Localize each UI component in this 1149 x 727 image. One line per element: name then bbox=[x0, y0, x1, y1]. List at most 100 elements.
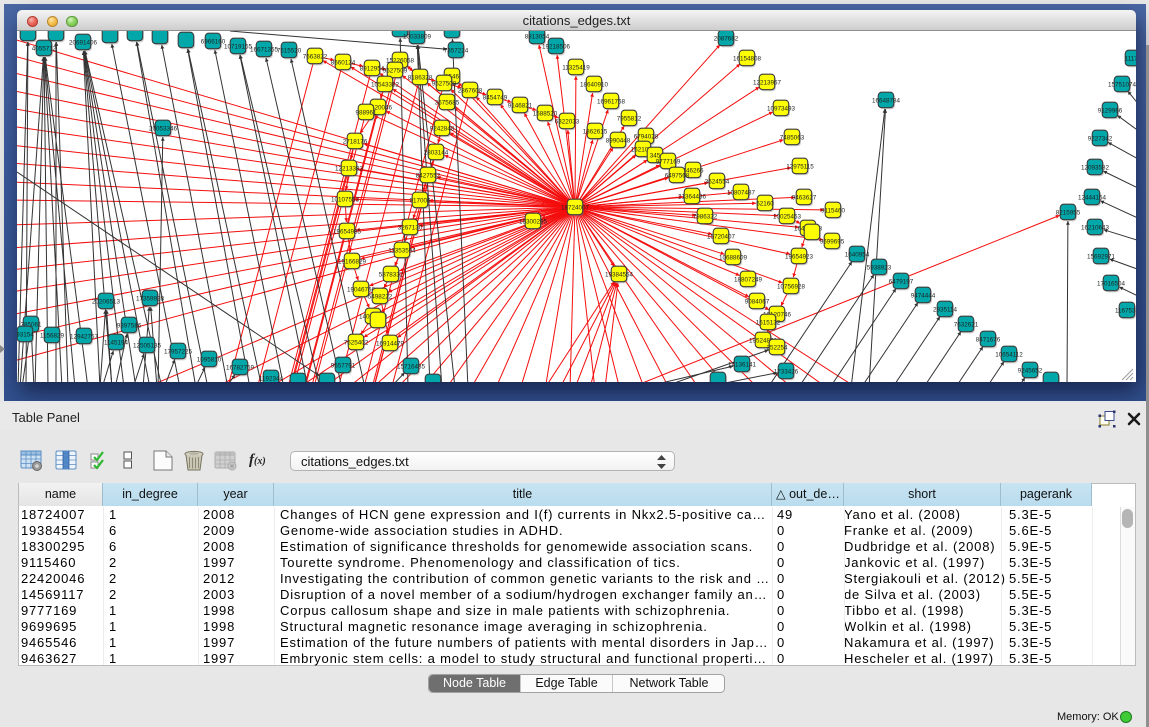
svg-text:16671355: 16671355 bbox=[250, 46, 279, 53]
svg-text:1095810: 1095810 bbox=[197, 356, 222, 363]
svg-text:7625402: 7625402 bbox=[344, 339, 369, 346]
svg-text:8912954: 8912954 bbox=[360, 65, 385, 72]
svg-text:9463627: 9463627 bbox=[792, 194, 817, 201]
svg-text:11325419: 11325419 bbox=[562, 64, 590, 71]
svg-text:8471676: 8471676 bbox=[976, 336, 1001, 343]
svg-text:5938923: 5938923 bbox=[867, 264, 892, 271]
svg-text:17957225: 17957225 bbox=[164, 348, 193, 355]
svg-text:10033809: 10033809 bbox=[403, 33, 432, 40]
svg-text:15720407: 15720407 bbox=[707, 233, 736, 240]
svg-text:2718176: 2718176 bbox=[343, 138, 368, 145]
svg-text:10543382: 10543382 bbox=[371, 81, 400, 88]
svg-text:19166829: 19166829 bbox=[338, 258, 367, 265]
svg-text:5878332: 5878332 bbox=[379, 271, 404, 278]
svg-text:6497568: 6497568 bbox=[665, 172, 690, 179]
svg-text:20206513: 20206513 bbox=[92, 298, 121, 305]
svg-text:10107553: 10107553 bbox=[331, 196, 360, 203]
svg-text:11175: 11175 bbox=[1125, 55, 1136, 62]
svg-text:12505135: 12505135 bbox=[133, 342, 162, 349]
svg-text:3624554: 3624554 bbox=[705, 178, 730, 185]
svg-text:8186328: 8186328 bbox=[408, 74, 433, 81]
svg-text:9657791: 9657791 bbox=[331, 362, 356, 369]
svg-text:7515520: 7515520 bbox=[277, 47, 302, 54]
svg-text:17016504: 17016504 bbox=[1097, 280, 1126, 287]
svg-text:18807249: 18807249 bbox=[734, 276, 763, 283]
svg-text:1167533: 1167533 bbox=[1115, 307, 1136, 314]
svg-text:1733426: 1733426 bbox=[774, 368, 799, 375]
svg-text:4055712: 4055712 bbox=[32, 45, 57, 52]
svg-text:2867608: 2867608 bbox=[458, 87, 483, 94]
svg-text:7357224: 7357224 bbox=[444, 47, 469, 54]
svg-text:9129966: 9129966 bbox=[1098, 107, 1123, 114]
svg-text:10025453: 10025453 bbox=[773, 213, 802, 220]
svg-text:7663822: 7663822 bbox=[303, 53, 328, 60]
svg-text:16154808: 16154808 bbox=[733, 55, 762, 62]
svg-text:19654985: 19654985 bbox=[333, 228, 362, 235]
svg-text:9115460: 9115460 bbox=[821, 207, 846, 214]
svg-text:3267130: 3267130 bbox=[398, 224, 423, 231]
svg-text:252254: 252254 bbox=[766, 344, 788, 351]
svg-text:19384554: 19384554 bbox=[605, 271, 634, 278]
svg-text:10973493: 10973493 bbox=[767, 105, 796, 112]
svg-text:10654112: 10654112 bbox=[995, 351, 1023, 358]
svg-text:8427552: 8427552 bbox=[416, 172, 441, 179]
svg-text:9242848: 9242848 bbox=[430, 125, 455, 132]
svg-text:2935114: 2935114 bbox=[933, 306, 958, 313]
svg-text:6966160: 6966160 bbox=[201, 38, 226, 45]
svg-text:9527509: 9527509 bbox=[383, 67, 408, 74]
svg-text:19654923: 19654923 bbox=[785, 253, 814, 260]
svg-text:9146821: 9146821 bbox=[508, 102, 533, 109]
svg-text:9397586: 9397586 bbox=[117, 322, 142, 329]
svg-text:2087682: 2087682 bbox=[714, 35, 739, 42]
svg-text:19218506: 19218506 bbox=[542, 43, 571, 50]
svg-text:8215955: 8215955 bbox=[1056, 209, 1081, 216]
svg-text:9527508: 9527508 bbox=[432, 80, 457, 87]
svg-text:9474444: 9474444 bbox=[911, 292, 936, 299]
svg-text:18640910: 18640910 bbox=[580, 81, 609, 88]
svg-text:988961: 988961 bbox=[355, 109, 377, 116]
svg-text:9084067: 9084067 bbox=[745, 298, 770, 305]
svg-text:15692971: 15692971 bbox=[1087, 253, 1116, 260]
svg-text:16782759: 16782759 bbox=[226, 364, 255, 371]
svg-text:3675685: 3675685 bbox=[435, 99, 460, 106]
svg-text:8813054: 8813054 bbox=[525, 33, 550, 40]
svg-text:6322033: 6322033 bbox=[555, 118, 580, 125]
svg-text:15751074: 15751074 bbox=[1108, 81, 1136, 88]
svg-text:16210643: 16210643 bbox=[1081, 224, 1110, 231]
svg-text:1615132: 1615132 bbox=[756, 319, 781, 326]
svg-text:20053346: 20053346 bbox=[149, 125, 178, 132]
svg-text:12093582: 12093582 bbox=[1081, 164, 1110, 171]
svg-text:1640954: 1640954 bbox=[845, 251, 870, 258]
svg-text:1588520: 1588520 bbox=[533, 110, 558, 117]
svg-text:2803144: 2803144 bbox=[424, 149, 449, 156]
svg-text:1156829: 1156829 bbox=[40, 332, 65, 339]
svg-text:16648784: 16648784 bbox=[872, 97, 901, 104]
svg-text:12942757: 12942757 bbox=[70, 333, 99, 340]
svg-text:8990448: 8990448 bbox=[606, 137, 631, 144]
svg-text:9699695: 9699695 bbox=[820, 238, 845, 245]
svg-text:5498222: 5498222 bbox=[368, 293, 393, 300]
svg-text:9245652: 9245652 bbox=[1018, 367, 1043, 374]
svg-text:16914479: 16914479 bbox=[376, 340, 405, 347]
svg-text:10688609: 10688609 bbox=[719, 254, 748, 261]
svg-text:9227342: 9227342 bbox=[1088, 135, 1113, 142]
svg-text:19046766: 19046766 bbox=[347, 286, 376, 293]
svg-text:1362615: 1362615 bbox=[583, 128, 608, 135]
svg-text:15716485: 15716485 bbox=[397, 363, 426, 370]
svg-text:10719155: 10719155 bbox=[224, 43, 253, 50]
svg-text:7632621: 7632621 bbox=[954, 321, 979, 328]
svg-text:7986322: 7986322 bbox=[693, 213, 718, 220]
svg-text:12444154: 12444154 bbox=[1078, 194, 1107, 201]
svg-text:9777169: 9777169 bbox=[656, 158, 681, 165]
svg-text:7955812: 7955812 bbox=[617, 115, 642, 122]
svg-text:12213967: 12213967 bbox=[753, 79, 782, 86]
svg-text:10807487: 10807487 bbox=[727, 189, 756, 196]
svg-text:20691406: 20691406 bbox=[69, 39, 98, 46]
svg-text:6479197: 6479197 bbox=[889, 278, 914, 285]
svg-text:11353594: 11353594 bbox=[388, 247, 416, 254]
svg-text:7485063: 7485063 bbox=[780, 134, 805, 141]
svg-text:6794028: 6794028 bbox=[634, 133, 659, 140]
svg-text:18300295: 18300295 bbox=[519, 218, 548, 225]
svg-text:18724007: 18724007 bbox=[561, 204, 590, 211]
svg-text:12975115: 12975115 bbox=[786, 163, 814, 170]
